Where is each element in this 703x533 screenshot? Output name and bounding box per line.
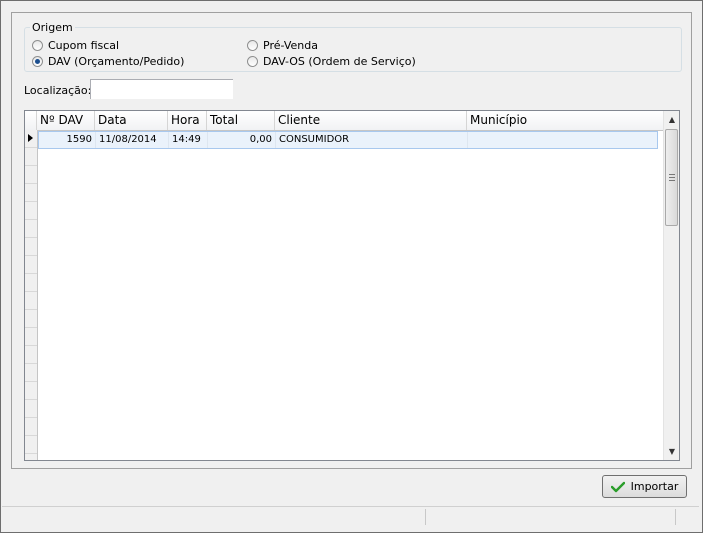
row-indicator [25,400,37,418]
header-indicator-cell [25,111,37,130]
column-header-data[interactable]: Data [95,111,168,130]
grid-header: Nº DAV Data Hora Total Cliente Município [25,111,663,131]
row-indicator-column [25,130,38,460]
row-indicator [25,292,37,310]
row-indicator [25,328,37,346]
table-row[interactable]: 1590 11/08/2014 14:49 0,00 CONSUMIDOR [38,131,658,149]
row-indicator [25,274,37,292]
grip-icon [669,174,675,181]
radio-indicator [32,55,43,67]
radio-label: DAV-OS (Ordem de Serviço) [263,54,416,68]
row-indicator [25,238,37,256]
row-indicator [25,148,37,166]
search-label: Localização: [24,84,92,97]
import-button-label: Importar [630,480,679,493]
radio-dav[interactable]: DAV (Orçamento/Pedido) [32,54,184,68]
status-pane [426,509,676,525]
status-pane [2,509,426,525]
vertical-scrollbar[interactable]: ▲ ▼ [663,111,679,460]
checkmark-icon [610,481,625,493]
radio-label: Cupom fiscal [48,38,120,52]
column-header-total[interactable]: Total [207,111,275,130]
column-header-cliente[interactable]: Cliente [275,111,467,130]
column-header-hora[interactable]: Hora [168,111,207,130]
radio-indicator [247,39,258,51]
row-indicator [25,346,37,364]
row-indicator [25,418,37,436]
scroll-thumb[interactable] [665,129,678,226]
row-indicator [25,310,37,328]
radio-cupom-fiscal[interactable]: Cupom fiscal [32,38,119,52]
scroll-up-arrow-icon[interactable]: ▲ [664,111,679,128]
radio-pre-venda[interactable]: Pré-Venda [247,38,318,52]
search-input[interactable] [90,79,233,99]
cell-data: 11/08/2014 [96,132,169,148]
row-indicator [25,436,37,454]
radio-indicator [247,55,258,67]
radio-indicator [32,39,43,51]
row-indicator [25,220,37,238]
dav-grid[interactable]: Nº DAV Data Hora Total Cliente Município… [24,110,680,461]
row-indicator [25,202,37,220]
row-indicator [25,256,37,274]
column-header-dav[interactable]: Nº DAV [37,111,95,130]
row-indicator [25,166,37,184]
current-row-arrow-icon [25,130,37,148]
row-indicator [25,184,37,202]
row-indicator [25,364,37,382]
cell-hora: 14:49 [169,132,208,148]
radio-label: Pré-Venda [263,38,318,52]
radio-label: DAV (Orçamento/Pedido) [48,54,185,68]
status-bar [2,506,699,527]
radio-dav-os[interactable]: DAV-OS (Ordem de Serviço) [247,54,416,68]
column-header-municipio[interactable]: Município [467,111,663,130]
origem-title: Origem [30,21,75,34]
row-indicator [25,382,37,400]
import-button[interactable]: Importar [602,475,687,498]
cell-dav: 1590 [39,132,96,148]
cell-cliente: CONSUMIDOR [276,132,468,148]
cell-total: 0,00 [208,132,276,148]
cell-municipio [468,132,657,148]
scroll-down-arrow-icon[interactable]: ▼ [664,443,679,460]
